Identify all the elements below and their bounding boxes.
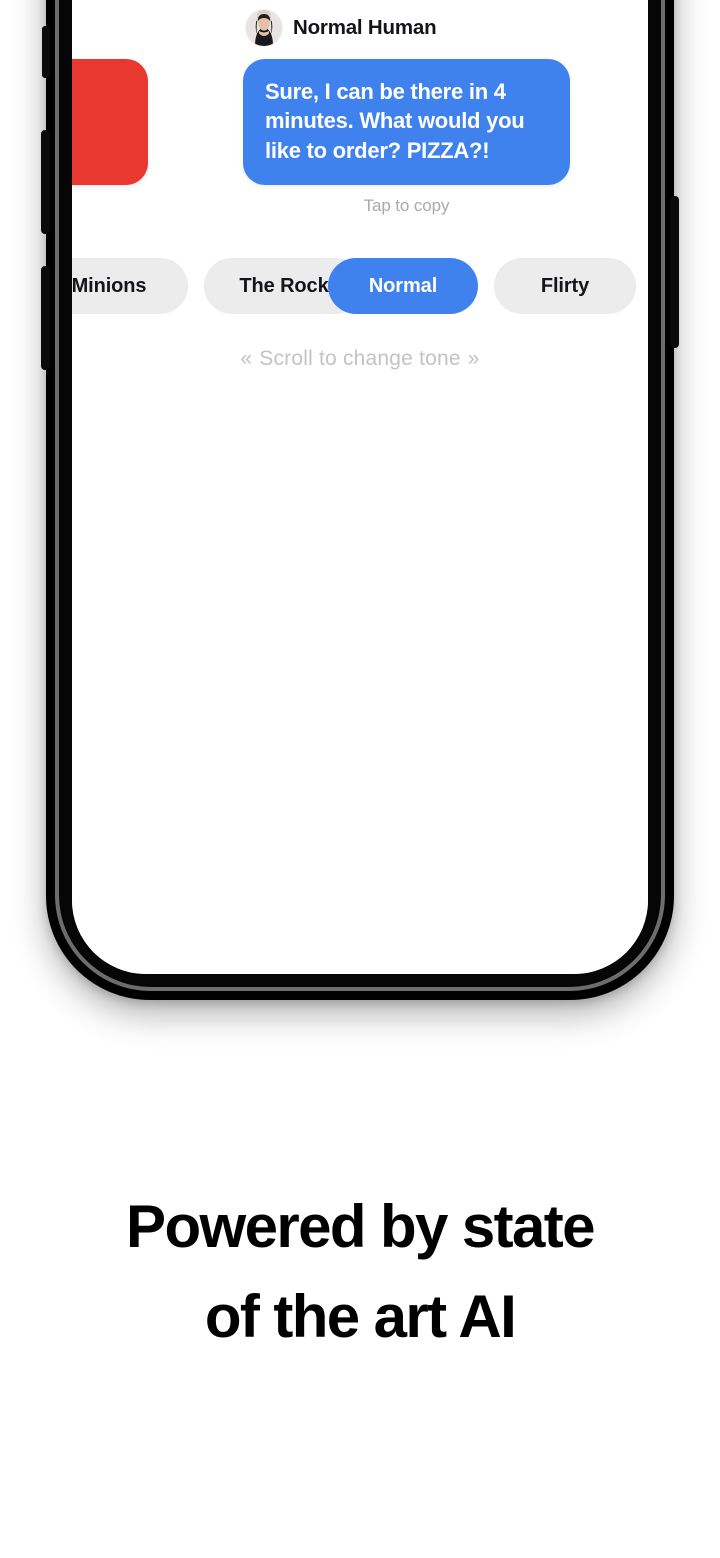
marketing-headline: Powered by state of the art AI	[0, 1182, 720, 1362]
tap-to-copy-label: Tap to copy	[363, 195, 450, 215]
suggestion-card-track[interactable]: es.	[72, 10, 648, 240]
tone-chip-label: Flirty	[540, 274, 590, 297]
phone-mockup: Ok haha COKE	[41, 0, 679, 1000]
avatar-normal-human-icon	[246, 10, 282, 46]
tone-chip-normal[interactable]: Normal	[328, 258, 478, 314]
suggestion-text: Sure, I can be there in 4 minutes. What …	[265, 79, 525, 163]
phone-volume-down-button[interactable]	[41, 266, 50, 370]
tone-chip-minions[interactable]: Minions	[72, 258, 188, 314]
suggestion-carousel[interactable]: es.	[72, 0, 648, 974]
scroll-left-chevron-icon[interactable]: «	[233, 347, 259, 370]
phone-power-button[interactable]	[670, 196, 679, 348]
headline-line-1: Powered by state	[126, 1193, 596, 1260]
scroll-hint-text: Scroll to change tone	[259, 347, 461, 370]
tone-chip-flirty[interactable]: Flirty	[494, 258, 636, 314]
suggestion-persona-header: Normal Human	[243, 10, 570, 46]
suggestion-bubble[interactable]: es.	[72, 59, 148, 185]
suggestion-bubble[interactable]: Sure, I can be there in 4 minutes. What …	[243, 59, 570, 185]
scroll-hint: «Scroll to change tone»	[72, 347, 648, 371]
screenshot-root: Ok haha COKE	[0, 0, 720, 1558]
scroll-right-chevron-icon[interactable]: »	[461, 347, 487, 370]
suggestion-card-red[interactable]: es.	[72, 59, 148, 185]
phone-screen: Ok haha COKE	[72, 0, 648, 974]
tone-chip-label: The Rock	[239, 274, 329, 297]
phone-mute-switch[interactable]	[42, 26, 50, 78]
headline-line-2: of the art AI	[204, 1283, 517, 1350]
tone-chip-row[interactable]: Minions The Rock Normal Flirty Genius	[72, 258, 648, 314]
phone-volume-up-button[interactable]	[41, 130, 50, 234]
suggestion-persona-name: Normal Human	[293, 16, 437, 39]
tone-chip-label: Minions	[72, 274, 147, 297]
suggestion-card-blue[interactable]: Normal Human Sure, I can be there in 4 m…	[243, 10, 570, 216]
tone-chip-label: Normal	[368, 274, 438, 297]
